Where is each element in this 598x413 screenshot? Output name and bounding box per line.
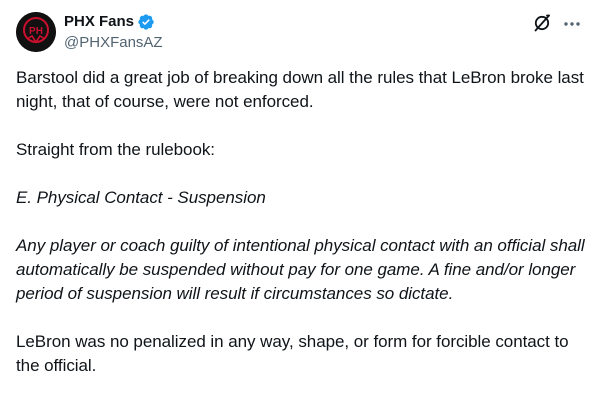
tweet-text: Barstool did a great job of breaking dow… <box>16 66 586 378</box>
user-handle[interactable]: @PHXFansAZ <box>64 33 582 53</box>
tweet-actions <box>532 12 582 34</box>
tweet-header: PHX Fans @PHXFansAZ <box>64 12 582 56</box>
tweet-card: PH PHX Fans @PHXFansAZ Barstool did a gr… <box>0 0 598 413</box>
grok-icon[interactable] <box>532 13 552 33</box>
more-options-icon[interactable] <box>562 13 582 33</box>
tweet-paragraph-rule-text: Any player or coach guilty of intentiona… <box>16 236 585 303</box>
avatar-logo-icon: PH <box>16 12 56 52</box>
display-name[interactable]: PHX Fans <box>64 12 134 32</box>
tweet-paragraph-conclusion: LeBron was no penalized in any way, shap… <box>16 332 569 375</box>
avatar[interactable]: PH <box>16 12 56 52</box>
verified-badge-icon[interactable] <box>137 13 155 31</box>
tweet-paragraph-rule-title: E. Physical Contact - Suspension <box>16 188 266 207</box>
tweet-paragraph-source: Straight from the rulebook: <box>16 140 215 159</box>
tweet-paragraph-intro: Barstool did a great job of breaking dow… <box>16 68 584 111</box>
avatar-logo-text: PH <box>29 26 43 37</box>
name-row: PHX Fans <box>64 12 582 32</box>
